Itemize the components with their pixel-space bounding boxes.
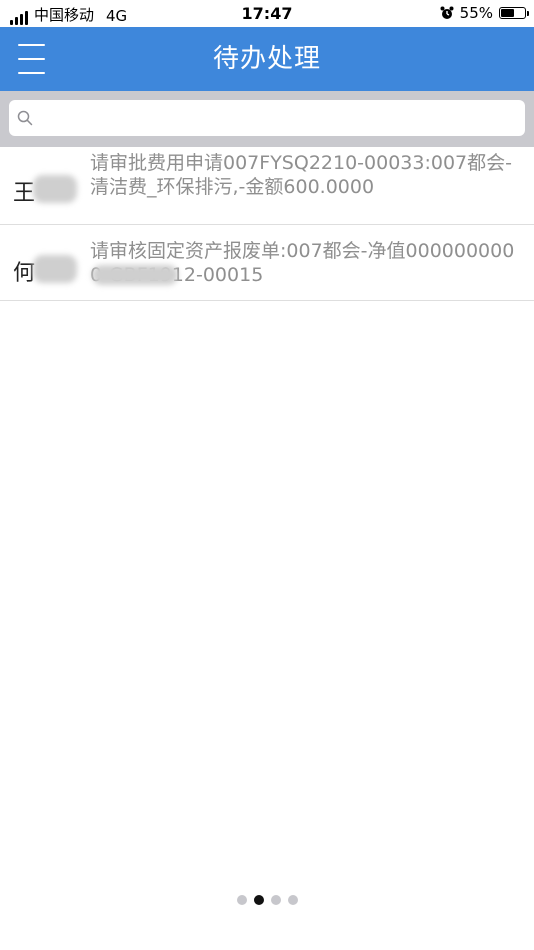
page-indicator <box>0 895 534 907</box>
page-title: 待办处理 <box>212 44 321 74</box>
redacted-value-blur <box>92 265 178 285</box>
alarm-clock-icon <box>440 6 454 19</box>
nav-bar: 待办处理 <box>0 27 534 91</box>
page-dot[interactable] <box>270 895 281 905</box>
status-bar: 中国移动 4G 17:47 55% <box>0 0 534 27</box>
page-dot[interactable] <box>287 895 298 905</box>
hamburger-menu-icon[interactable] <box>16 41 48 77</box>
battery-level <box>501 9 514 17</box>
list-item[interactable]: 王 请审批费用申请007FYSQ2210-00033:007都会-清洁费_环保排… <box>0 147 534 225</box>
search-input[interactable] <box>39 100 523 138</box>
list-item[interactable]: 何 请审核固定资产报废单:007都会-净值0000000000-GBF1912-… <box>0 225 534 301</box>
sender-name: 王 <box>13 181 36 206</box>
todo-list: 王 请审批费用申请007FYSQ2210-00033:007都会-清洁费_环保排… <box>0 147 534 301</box>
status-right: 55% <box>440 4 529 22</box>
page-dot[interactable] <box>236 895 247 905</box>
redacted-name-blur <box>33 255 77 283</box>
battery-icon <box>499 7 529 19</box>
search-icon <box>17 110 33 126</box>
item-content: 请审批费用申请007FYSQ2210-00033:007都会-清洁费_环保排污,… <box>90 152 512 198</box>
page-dot[interactable] <box>253 895 264 905</box>
sender-name: 何 <box>13 261 36 286</box>
redacted-name-blur <box>33 175 77 203</box>
search-bar <box>0 91 534 147</box>
battery-percent: 55% <box>459 4 493 22</box>
search-box[interactable] <box>9 100 525 138</box>
